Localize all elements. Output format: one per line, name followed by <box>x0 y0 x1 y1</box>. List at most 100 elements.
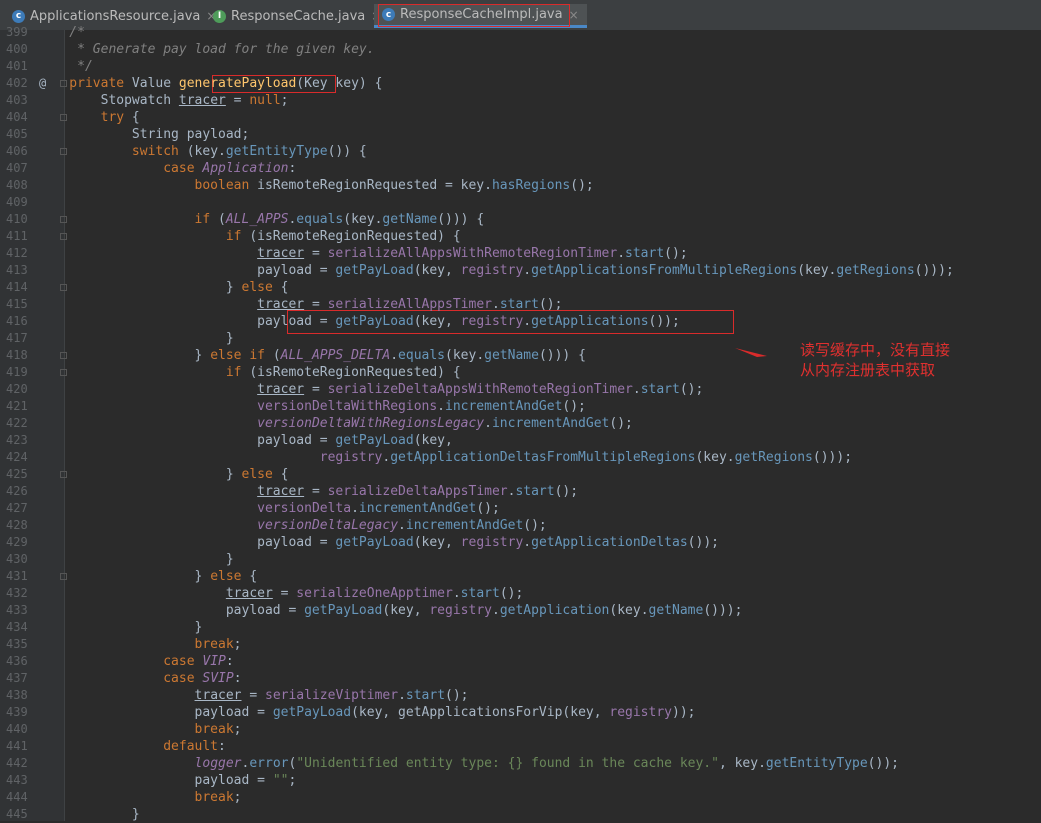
code-token: serializeViptimer <box>265 688 399 703</box>
code-token: registry <box>609 705 672 720</box>
fold-marker-icon[interactable] <box>60 148 67 155</box>
fold-marker-icon[interactable] <box>60 114 67 121</box>
code-token: "" <box>272 773 289 788</box>
tab-label: ApplicationsResource.java <box>30 8 201 24</box>
code-token: registry <box>460 535 524 550</box>
code-token: getPayLoad <box>335 535 414 550</box>
code-token: registry <box>460 314 524 329</box>
code-token: (); <box>499 586 524 601</box>
fold-marker-icon[interactable] <box>60 352 67 359</box>
tab-response-cache-impl[interactable]: c ResponseCacheImpl.java × <box>374 4 587 28</box>
code-token: isRemoteRegionRequested = key. <box>257 178 492 193</box>
code-token: getPayLoad <box>272 705 352 720</box>
line-number: 413 <box>6 263 28 277</box>
code-token: (key, <box>413 314 461 329</box>
tab-label: ResponseCache.java <box>231 8 366 24</box>
code-token: = <box>272 586 297 601</box>
line-number: 427 <box>6 501 28 515</box>
code-token: ALL_APPS_DELTA <box>280 348 391 363</box>
code-token: start <box>460 586 500 601</box>
line-number: 422 <box>6 416 28 430</box>
line-number: 437 <box>6 671 28 685</box>
code-token: . <box>523 535 532 550</box>
code-token: (); <box>476 501 500 516</box>
code-token: (isRemoteRegionRequested) { <box>249 365 461 380</box>
fold-marker-icon[interactable] <box>60 80 67 87</box>
code-token: start <box>499 297 539 312</box>
line-number: 412 <box>6 246 28 260</box>
code-token: = <box>225 93 250 108</box>
line-number: 417 <box>6 331 28 345</box>
line-number: 442 <box>6 756 28 770</box>
code-line: tracer = serializeDeltaAppsWithRemoteReg… <box>38 381 703 398</box>
code-line: } else if (ALL_APPS_DELTA.equals(key.get… <box>38 347 586 364</box>
code-token: payload = <box>38 705 273 720</box>
code-token: else if <box>210 348 273 363</box>
code-token: equals <box>398 348 446 363</box>
line-number: 440 <box>6 722 28 736</box>
code-token: getApplicationDeltasFromMultipleRegions <box>390 450 696 465</box>
code-token: boolean <box>38 178 258 193</box>
code-token: equals <box>296 212 344 227</box>
code-line: payload = getPayLoad(key, registry.getAp… <box>38 602 743 619</box>
code-token: "Unidentified entity type: {} found in t… <box>296 756 719 771</box>
code-token: registry <box>429 603 492 618</box>
fold-marker-icon[interactable] <box>60 233 67 240</box>
code-token: . <box>437 399 445 414</box>
code-token: start <box>515 484 555 499</box>
code-token: { <box>280 280 289 295</box>
fold-marker-icon[interactable] <box>60 573 67 580</box>
code-token: getName <box>648 603 704 618</box>
code-token: ; <box>233 637 242 652</box>
line-number: 418 <box>6 348 28 362</box>
code-token: payload = <box>38 314 336 329</box>
java-class-icon: c <box>382 8 395 21</box>
code-token: getApplications <box>531 314 649 329</box>
line-number: 431 <box>6 569 28 583</box>
code-token: (); <box>538 297 563 312</box>
code-token: (); <box>562 399 586 414</box>
line-number: 445 <box>6 807 28 821</box>
line-number: 441 <box>6 739 28 753</box>
code-line: private Value generatePayload(Key key) { <box>38 75 382 92</box>
code-line: payload = getPayLoad(key, <box>38 432 453 449</box>
code-token: payload = <box>38 603 305 618</box>
code-line: registry.getApplicationDeltasFromMultipl… <box>38 449 852 466</box>
code-token: } <box>38 331 234 346</box>
code-token: ; <box>288 773 297 788</box>
fold-marker-icon[interactable] <box>60 284 67 291</box>
code-line: } else { <box>38 279 289 296</box>
tab-response-cache[interactable]: I ResponseCache.java × <box>213 4 381 28</box>
code-token: getName <box>382 212 438 227</box>
fold-marker-icon[interactable] <box>60 369 67 376</box>
fold-marker-icon[interactable] <box>60 216 67 223</box>
code-token: payload = <box>38 773 273 788</box>
code-line: } <box>38 330 234 347</box>
code-token: versionDelta <box>257 501 352 516</box>
code-token: (isRemoteRegionRequested) { <box>249 229 461 244</box>
code-token: (); <box>523 518 547 533</box>
code-token: getEntityType <box>225 144 328 159</box>
code-token: (key, <box>413 263 461 278</box>
fold-marker-icon[interactable] <box>60 471 67 478</box>
code-token: getPayLoad <box>335 314 414 329</box>
code-token: (key. <box>695 450 735 465</box>
code-token: getName <box>484 348 539 363</box>
line-number: 400 <box>6 42 28 56</box>
code-line: switch (key.getEntityType()) { <box>38 143 367 160</box>
code-token: case <box>38 671 203 686</box>
code-token: if <box>38 229 250 244</box>
close-tab-icon[interactable]: × <box>569 8 579 22</box>
code-token: (); <box>679 382 704 397</box>
code-line: versionDeltaLegacy.incrementAndGet(); <box>38 517 547 534</box>
code-line: payload = getPayLoad(key, registry.getAp… <box>38 262 954 279</box>
code-token: ()); <box>867 756 899 771</box>
code-line: } else { <box>38 568 258 585</box>
line-number: 408 <box>6 178 28 192</box>
code-token: getApplicationsFromMultipleRegions <box>531 263 798 278</box>
